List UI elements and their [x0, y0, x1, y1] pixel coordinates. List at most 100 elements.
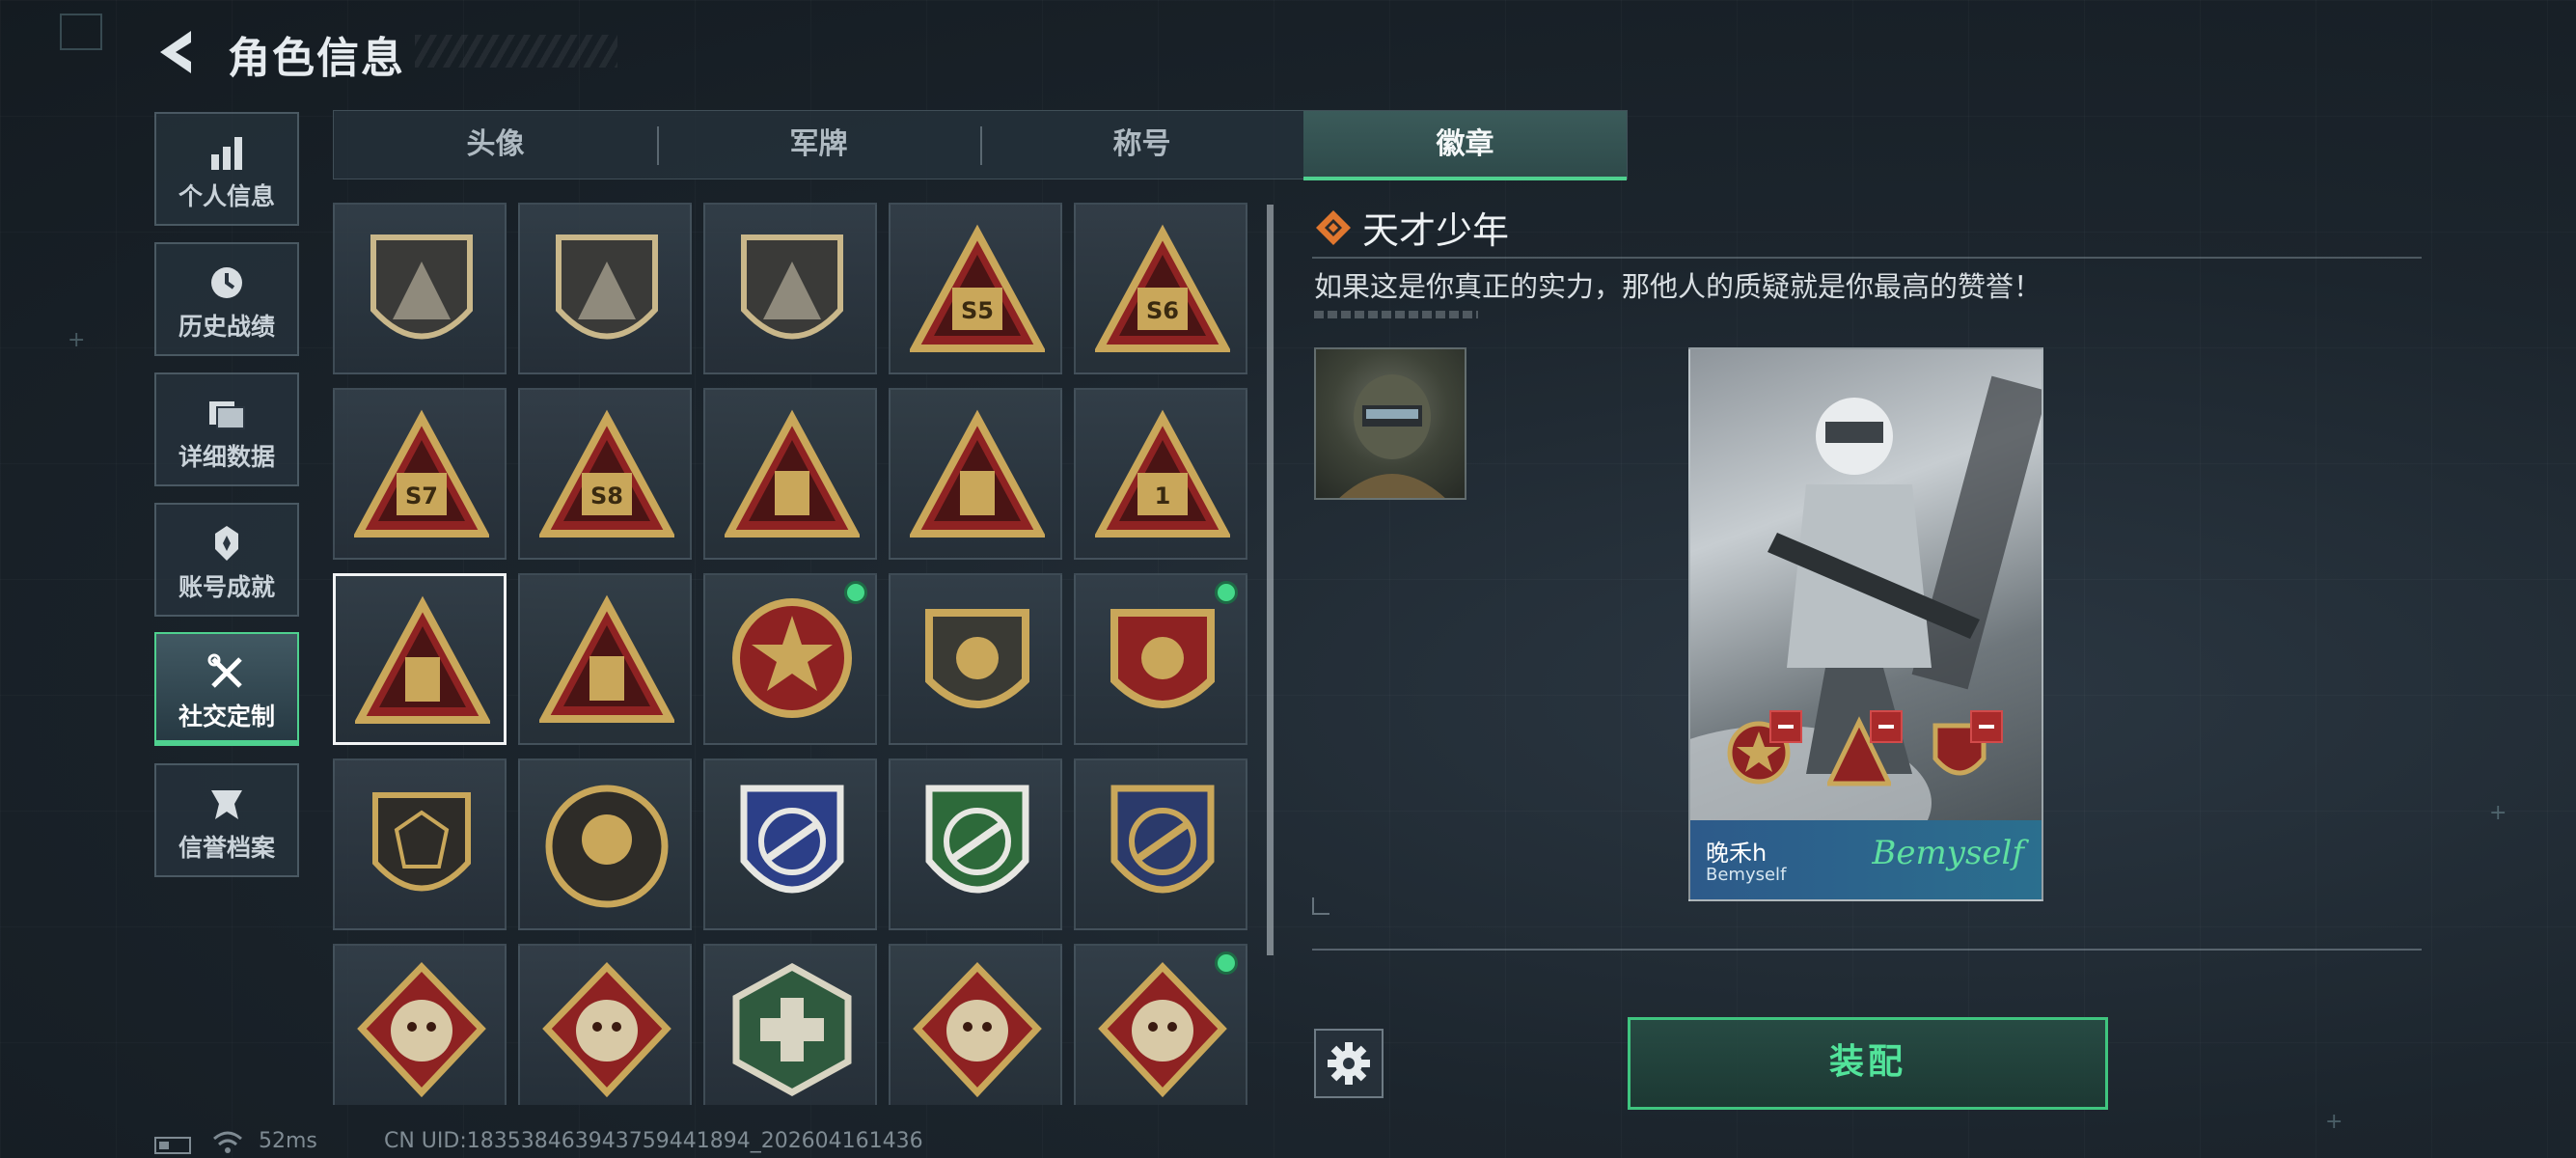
network-ping: 52ms: [259, 1129, 317, 1153]
season-s7-badge-icon: S7: [354, 409, 489, 538]
tab-dogtag[interactable]: 军牌: [657, 111, 980, 180]
green-rifle-badge[interactable]: [889, 758, 1062, 930]
nest-triangle-badge[interactable]: [889, 388, 1062, 560]
new-item-dot: [1215, 581, 1238, 604]
nav-label: 信誉档案: [178, 834, 275, 862]
credit-shield-icon: [211, 790, 242, 819]
nav-item-detailed-data[interactable]: 详细数据: [154, 372, 299, 486]
triangle-emblem-badge[interactable]: [333, 203, 507, 374]
unequip-badge-button[interactable]: [1970, 710, 2003, 743]
wolf-diamond-badge-2[interactable]: [518, 944, 692, 1105]
settings-button[interactable]: [1314, 1029, 1384, 1098]
dragon-diamond-badge-2[interactable]: [1074, 944, 1247, 1105]
medic-hex-badge-icon: [732, 963, 852, 1096]
achievement-medal-icon: [215, 526, 238, 561]
svg-text:S6: S6: [1146, 297, 1179, 324]
equip-button[interactable]: 装配: [1628, 1017, 2108, 1110]
card-signature: Bemyself: [1872, 834, 2024, 872]
detail-divider: [1312, 257, 2422, 259]
blue-rifle-badge-icon: [740, 785, 844, 894]
star-roundel-badge[interactable]: [703, 573, 877, 745]
corner-frame-decoration: [60, 14, 102, 50]
nav-item-personal-info[interactable]: 个人信息: [154, 112, 299, 226]
season-s7-badge[interactable]: S7: [333, 388, 507, 560]
dragon-diamond-badge-icon: [1098, 961, 1227, 1098]
card-player-name: 晚禾h: [1706, 840, 1768, 867]
usb-triangle-badge-icon: [355, 595, 490, 724]
dragon-diamond-badge[interactable]: [889, 944, 1062, 1105]
dark-crest-badge-icon: [925, 609, 1029, 708]
badge-grid-scrollbar[interactable]: [1267, 205, 1274, 955]
folder-icon: [209, 401, 245, 429]
trophy-triangle-badge-icon: [725, 409, 860, 538]
crosshair-decoration: +: [68, 328, 86, 352]
badge-name: 天才少年: [1362, 209, 1510, 252]
player-uid: CN UID:1835384639437594418​94_2026041614…: [384, 1129, 923, 1153]
dark-crest-badge[interactable]: [889, 573, 1062, 745]
season-s5-badge-icon: S5: [910, 224, 1045, 352]
number-one-badge[interactable]: 1: [1074, 388, 1247, 560]
laurel-crest-badge[interactable]: [1074, 573, 1247, 745]
nav-item-social-custom[interactable]: 社交定制: [154, 632, 299, 746]
medic-hex-badge[interactable]: [703, 944, 877, 1105]
wifi-icon: [213, 1131, 242, 1153]
blue-rifle-badge[interactable]: [703, 758, 877, 930]
dragon-diamond-badge-icon: [913, 961, 1042, 1098]
title-decoration: [415, 35, 617, 68]
gold-rifle-badge[interactable]: [1074, 758, 1247, 930]
season-s6-badge-icon: S6: [1095, 224, 1230, 352]
dagger-shield-badge-icon: [741, 234, 843, 340]
tab-title[interactable]: 称号: [980, 111, 1303, 180]
gear-icon: [1328, 1042, 1370, 1085]
squad-triangle-badge-icon: [539, 594, 674, 723]
back-button[interactable]: [152, 25, 206, 79]
card-nameplate: 晚禾h Bemyself Bemyself: [1690, 820, 2042, 899]
tab-badge[interactable]: 徽章: [1303, 111, 1627, 180]
dice-shield-badge[interactable]: [333, 758, 507, 930]
triangle-emblem-badge-icon: [370, 234, 473, 340]
season-s5-badge[interactable]: S5: [889, 203, 1062, 374]
badge-rarity-icon: [1316, 210, 1351, 245]
nav-item-history[interactable]: 历史战绩: [154, 242, 299, 356]
squad-triangle-badge[interactable]: [518, 573, 692, 745]
usb-triangle-badge[interactable]: [333, 573, 507, 745]
card-player-subtitle: Bemyself: [1706, 865, 1787, 885]
page-title: 角色信息: [228, 34, 405, 83]
number-one-badge-icon: 1: [1095, 409, 1230, 538]
season-s6-badge[interactable]: S6: [1074, 203, 1247, 374]
wolf-diamond-badge-icon: [357, 961, 486, 1098]
unequip-badge-button[interactable]: [1769, 710, 1802, 743]
battery-icon: [154, 1137, 191, 1154]
nav-label: 历史战绩: [178, 313, 275, 341]
nav-item-achievements[interactable]: 账号成就: [154, 503, 299, 617]
helicopter-badge[interactable]: [518, 203, 692, 374]
player-card-preview: 晚禾h Bemyself Bemyself: [1688, 347, 2043, 901]
back-arrow-icon: [160, 31, 191, 73]
new-item-dot: [1215, 951, 1238, 975]
nav-label: 详细数据: [178, 443, 275, 471]
wolf-diamond-badge[interactable]: [333, 944, 507, 1105]
tab-avatar[interactable]: 头像: [334, 111, 657, 180]
player-avatar: [1314, 347, 1466, 500]
crosshair-decoration: +: [2489, 801, 2507, 825]
wolf-diamond-badge-icon: [542, 961, 671, 1098]
bar-chart-icon: [211, 137, 242, 170]
season-s8-badge[interactable]: S8: [518, 388, 692, 560]
badge-grid: S5 S6 S7 S8 1: [333, 203, 1259, 1105]
dice-shield-badge-icon: [372, 792, 471, 892]
svg-text:1: 1: [1155, 482, 1171, 510]
wrench-tools-icon: [207, 653, 242, 688]
helicopter-badge-icon: [556, 234, 658, 340]
nav-item-credit-record[interactable]: 信誉档案: [154, 763, 299, 877]
green-rifle-badge-icon: [925, 785, 1029, 894]
trophy-triangle-badge[interactable]: [703, 388, 877, 560]
detail-decoration-bar: [1314, 311, 1478, 318]
dagger-shield-badge[interactable]: [703, 203, 877, 374]
panel-corner-decoration: [1312, 897, 1329, 915]
skull-round-badge[interactable]: [518, 758, 692, 930]
history-clock-icon: [211, 267, 242, 298]
unequip-badge-button[interactable]: [1870, 710, 1903, 743]
svg-text:S5: S5: [961, 297, 994, 324]
badge-description: 如果这是你真正的实力，那他人的质疑就是你最高的赞誉！: [1314, 270, 2042, 303]
svg-text:S7: S7: [405, 482, 438, 510]
